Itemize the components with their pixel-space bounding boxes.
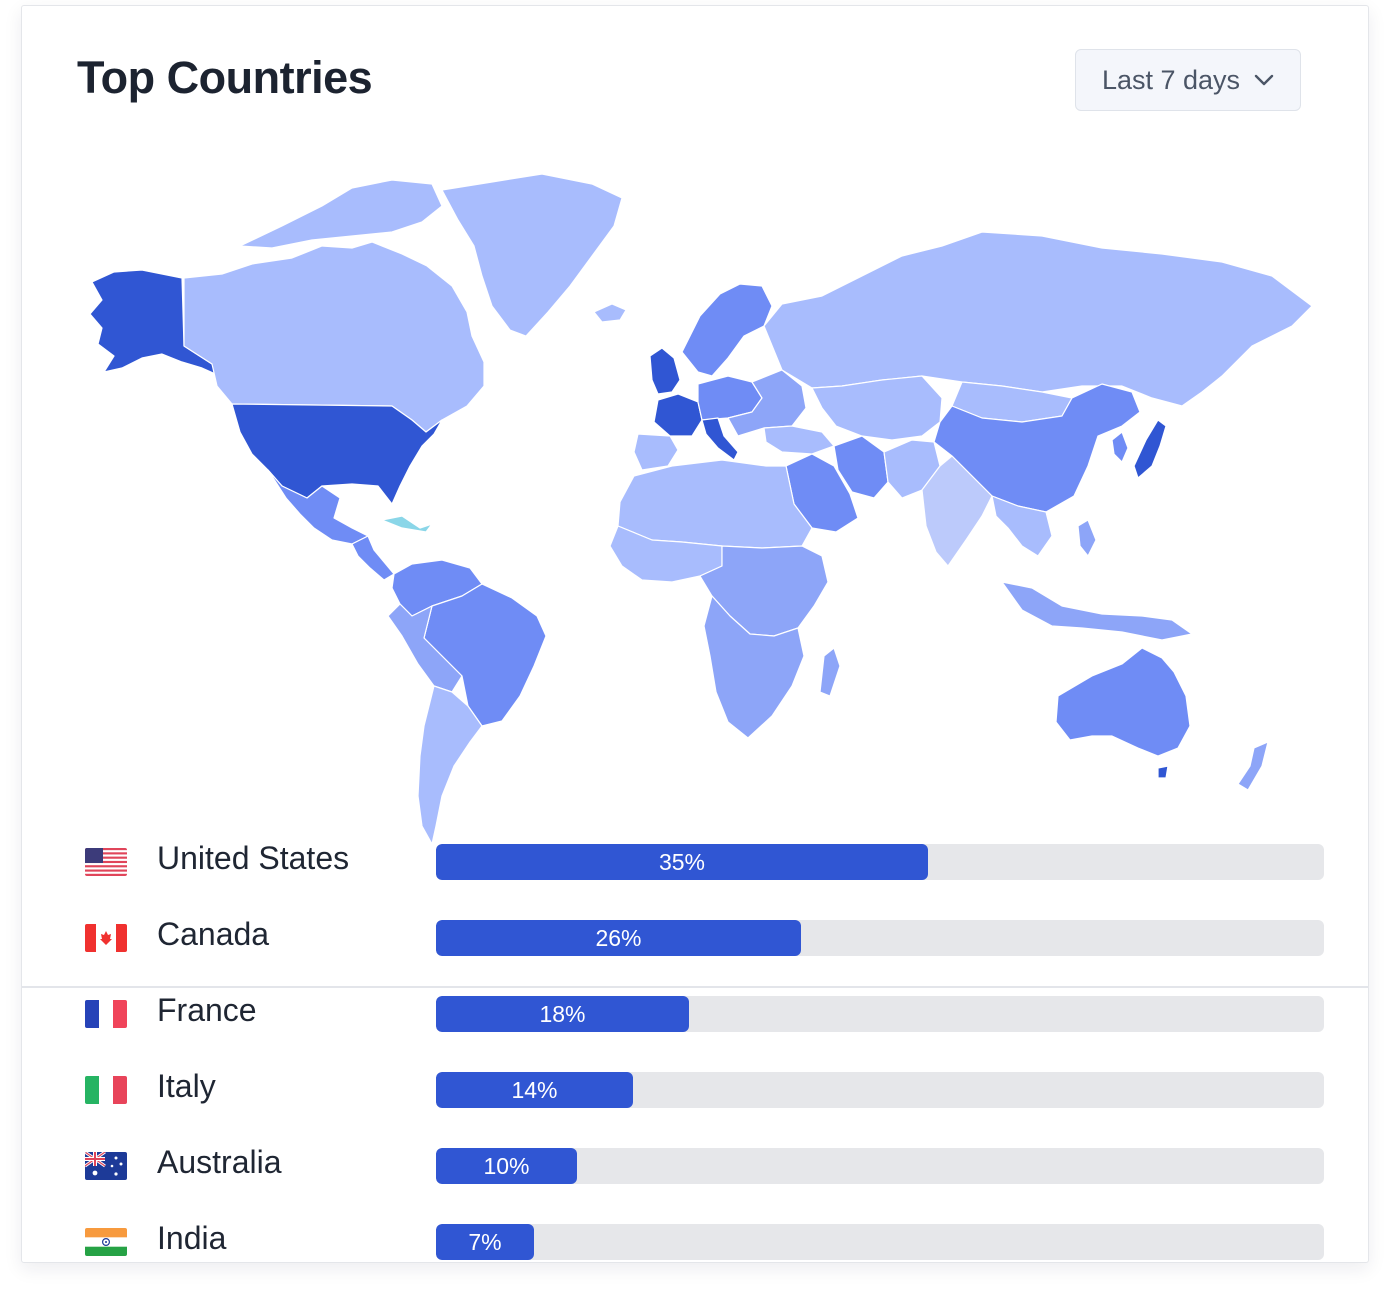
country-row-australia[interactable]: Australia 10% [22,1144,1368,1188]
country-row-india[interactable]: India 7% [22,1220,1368,1262]
share-bar-fill: 18% [436,996,689,1032]
country-name: United States [157,840,350,876]
map-region-madagascar[interactable] [819,647,841,697]
map-region-caribbean[interactable] [381,515,433,533]
country-name: France [157,992,257,1028]
share-bar-fill: 7% [436,1224,534,1260]
map-region-arctic-islands[interactable] [239,179,443,249]
world-map [89,173,1313,845]
map-region-usa[interactable] [231,403,443,505]
in-flag-icon [85,1228,127,1256]
map-region-new-zealand[interactable] [1237,741,1269,791]
share-bar-track: 14% [436,1072,1324,1108]
map-region-iceland[interactable] [593,303,627,323]
share-bar-fill: 10% [436,1148,577,1184]
country-name: Australia [157,1144,282,1180]
share-bar-fill: 26% [436,920,801,956]
share-bar-track: 18% [436,996,1324,1032]
us-flag-icon [85,848,127,876]
fr-flag-icon [85,1000,127,1028]
date-range-dropdown[interactable]: Last 7 days [1075,49,1301,111]
country-row-canada[interactable]: Canada 26% [22,916,1368,960]
country-name: Canada [157,916,270,952]
map-region-north-africa[interactable] [617,459,813,549]
map-region-japan[interactable] [1133,419,1167,479]
map-region-scandinavia[interactable] [681,283,773,377]
country-name: India [157,1220,227,1256]
country-row-italy[interactable]: Italy 14% [22,1068,1368,1112]
section-divider [22,986,1368,988]
chevron-down-icon [1254,74,1274,86]
au-flag-icon [85,1152,127,1180]
map-region-uk[interactable] [649,347,681,395]
share-bar-track: 10% [436,1148,1324,1184]
share-bar-fill: 14% [436,1072,633,1108]
map-region-canada[interactable] [183,241,485,433]
map-region-turkey[interactable] [763,425,835,455]
share-bar-fill: 35% [436,844,928,880]
share-bar-track: 35% [436,844,1324,880]
map-region-france[interactable] [653,393,703,437]
date-range-label: Last 7 days [1101,64,1241,95]
map-region-indonesia[interactable] [1001,581,1193,641]
country-row-united-states[interactable]: United States 35% [22,840,1368,884]
map-region-australia[interactable] [1055,647,1191,757]
it-flag-icon [85,1076,127,1104]
map-region-russia[interactable] [763,231,1313,407]
map-region-philippines[interactable] [1077,519,1097,557]
map-region-central-america[interactable] [351,535,395,581]
map-region-tasmania[interactable] [1157,765,1169,779]
map-region-iberia[interactable] [633,433,679,471]
share-bar-track: 7% [436,1224,1324,1260]
share-bar-track: 26% [436,920,1324,956]
country-row-france[interactable]: France 18% [22,992,1368,1036]
country-name: Italy [157,1068,216,1104]
card-title: Top Countries [77,52,373,103]
top-countries-card: Top Countries Last 7 days United States … [21,5,1369,1263]
ca-flag-icon [85,924,127,952]
map-region-korea[interactable] [1111,431,1129,463]
